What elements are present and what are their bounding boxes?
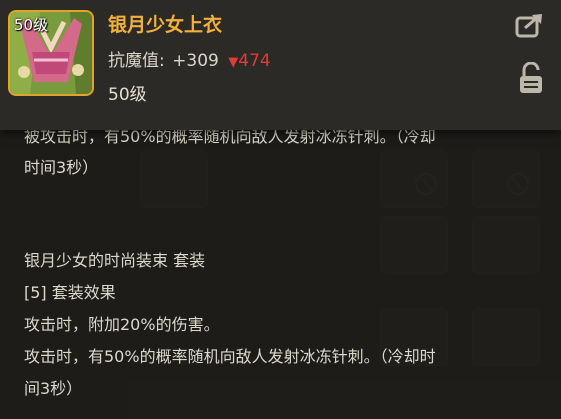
set-title: 银月少女的时尚装束 套装 [24, 251, 206, 270]
set-effect-line: 间3秒） [24, 379, 83, 398]
down-triangle-icon: ▼ [228, 55, 239, 70]
set-effect-line: 攻击时，附加20%的伤害。 [24, 315, 220, 334]
description-line: 时间3秒） [24, 158, 99, 177]
stat-row: 抗魔值: +309 ▼474 [108, 46, 271, 71]
share-icon[interactable] [515, 12, 545, 38]
stat-label: 抗魔值: [108, 51, 165, 71]
stat-compare-value: 474 [238, 51, 271, 71]
unlock-icon[interactable] [518, 61, 544, 94]
item-level-badge: 50级 [14, 16, 49, 34]
set-effect-line: 攻击时，有50%的概率随机向敌人发射冰冻针刺。（冷却时 [24, 347, 436, 366]
item-icon: 50级 [8, 10, 94, 96]
set-effect-header: [5] 套装效果 [24, 283, 116, 302]
stat-value: +309 [172, 51, 219, 71]
item-name: 银月少女上衣 [108, 14, 223, 36]
item-tooltip: 被攻击时，有50%的概率随机向敌人发射冰冻针刺。（冷却 时间3秒） 银月少女的时… [0, 0, 561, 419]
required-level: 50级 [108, 85, 147, 105]
set-bonus-block: 银月少女的时尚装束 套装 [5] 套装效果 攻击时，附加20%的伤害。 攻击时，… [24, 248, 436, 408]
tooltip-header: 50级 银月少女上衣 抗魔值: +309 ▼474 50级 [0, 0, 561, 130]
